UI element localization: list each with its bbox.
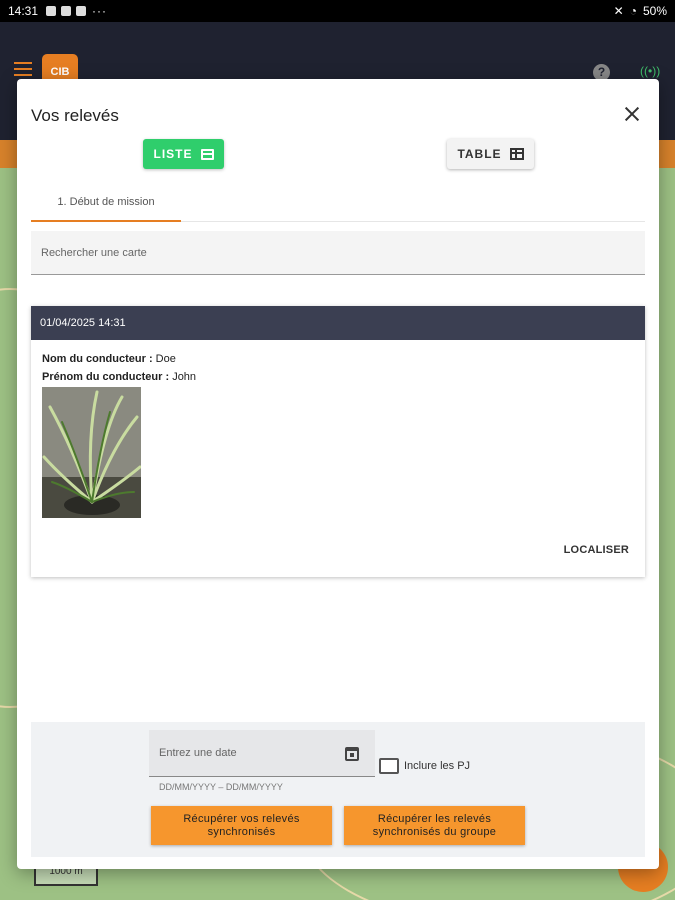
mute-icon: ✕	[613, 4, 624, 18]
broadcast-icon[interactable]: ((•))	[640, 64, 660, 80]
fetch-group-synced-button[interactable]: Récupérer les relevés synchronisés du gr…	[344, 806, 525, 845]
calendar-icon[interactable]	[345, 747, 359, 761]
wifi-icon: ◔	[629, 4, 637, 18]
battery-level: 50%	[642, 4, 667, 18]
gallery-notification-icon	[61, 6, 72, 16]
close-icon[interactable]	[623, 105, 641, 123]
fetch-own-label: Récupérer vos relevés synchronisés	[183, 812, 300, 838]
map-scale: 1000 m	[34, 866, 98, 886]
localiser-button[interactable]: LOCALISER	[564, 544, 629, 556]
status-bar: 14:31 ··· ✕ ◔ 50%	[0, 0, 675, 22]
notification-icons	[46, 6, 87, 16]
more-notifications-icon: ···	[92, 4, 108, 18]
search-input[interactable]: Rechercher une carte	[31, 231, 645, 275]
table-view-button[interactable]: TABLE	[447, 139, 534, 169]
image-notification-icon	[46, 6, 57, 16]
sync-footer: Entrez une date DD/MM/YYYY – DD/MM/YYYY …	[31, 722, 645, 857]
card-datetime: 01/04/2025 14:31	[40, 317, 126, 329]
status-time: 14:31	[8, 4, 39, 18]
plant-image	[42, 387, 141, 518]
dialog-title: Vos relevés	[31, 106, 119, 125]
date-format-hint: DD/MM/YYYY – DD/MM/YYYY	[159, 782, 283, 792]
driver-firstname-line: Prénom du conducteur : John	[42, 371, 196, 383]
attached-photo[interactable]	[42, 387, 141, 518]
field-value: Doe	[155, 353, 176, 365]
view-list-icon	[200, 148, 214, 160]
table-label: TABLE	[457, 147, 502, 161]
hamburger-menu-icon[interactable]	[14, 62, 32, 76]
liste-label: LISTE	[153, 147, 193, 161]
releve-card: 01/04/2025 14:31 Nom du conducteur : Doe…	[31, 306, 645, 577]
include-attachments-label: Inclure les PJ	[404, 760, 471, 772]
driver-lastname-line: Nom du conducteur : Doe	[42, 353, 176, 365]
date-range-input[interactable]: Entrez une date	[149, 730, 375, 777]
field-label: Prénom du conducteur :	[42, 371, 170, 383]
liste-view-button[interactable]: LISTE	[143, 139, 224, 169]
fetch-own-synced-button[interactable]: Récupérer vos relevés synchronisés	[151, 806, 332, 845]
tab-debut-de-mission[interactable]: 1. Début de mission	[31, 184, 181, 222]
mission-tabs: 1. Début de mission	[31, 184, 645, 222]
fetch-group-label: Récupérer les relevés synchronisés du gr…	[372, 812, 497, 838]
field-label: Nom du conducteur :	[42, 353, 153, 365]
date-placeholder: Entrez une date	[159, 747, 237, 759]
field-value: John	[172, 371, 197, 383]
include-attachments-checkbox[interactable]	[379, 758, 399, 774]
table-icon	[509, 148, 524, 160]
bag-notification-icon	[76, 6, 87, 16]
card-header: 01/04/2025 14:31	[31, 306, 645, 340]
releves-dialog: Vos relevés LISTE TABLE 1. Début de miss…	[17, 79, 659, 869]
